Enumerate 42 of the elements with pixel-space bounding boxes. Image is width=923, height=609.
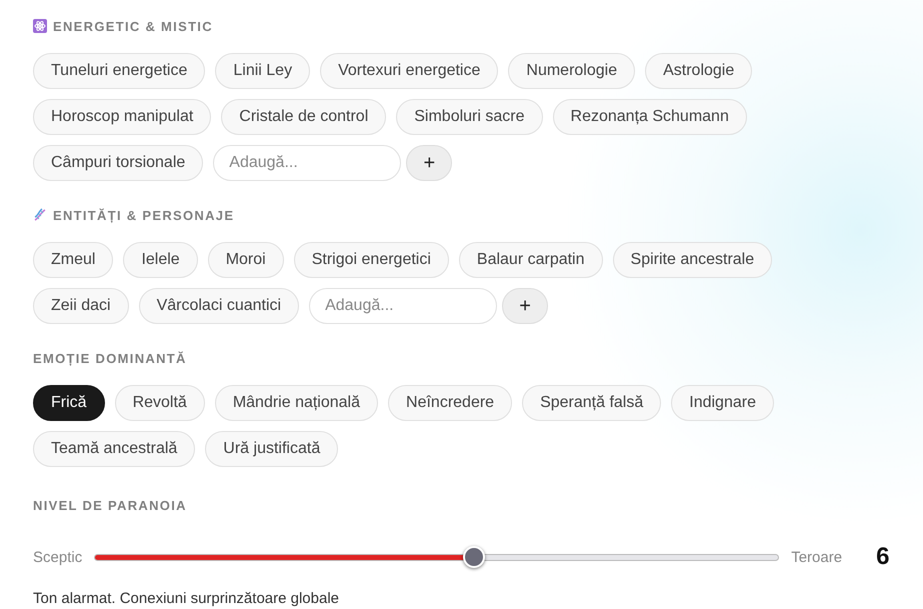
tag-chip[interactable]: Câmpuri torsionale [33,145,204,181]
tag-chip[interactable]: Rezonanța Schumann [552,99,747,135]
tag-chip[interactable]: Ielele [123,242,198,278]
emotion-option[interactable]: Revoltă [114,385,205,421]
emotion-option[interactable]: Frică [33,385,105,421]
section-title: EMOȚIE DOMINANTĂ [33,350,187,366]
min-label: Sceptic [33,548,82,566]
tag-chip[interactable]: Moroi [208,242,284,278]
emotion-option[interactable]: Ură justificată [205,431,338,467]
tag-chip[interactable]: Strigoi energetici [294,242,449,278]
tag-chip[interactable]: Zeii daci [33,288,129,324]
emotion-option[interactable]: Speranță falsă [522,385,662,421]
tag-chip[interactable]: Horoscop manipulat [33,99,212,135]
slider-value: 6 [876,543,890,571]
tag-chip[interactable]: Cristale de control [221,99,386,135]
tag-chip[interactable]: Vortexuri energetice [320,53,498,89]
dna-icon [33,208,47,222]
tag-chip[interactable]: Zmeul [33,242,114,278]
atom-icon [33,19,47,33]
tag-chip[interactable]: Spirite ancestrale [612,242,772,278]
tag-chip[interactable]: Tuneluri energetice [33,53,206,89]
tag-chip[interactable]: Balaur carpatin [458,242,603,278]
emotion-option[interactable]: Mândrie națională [214,385,378,421]
max-label: Teroare [791,548,842,566]
emotion-option[interactable]: Neîncredere [388,385,512,421]
tag-chip[interactable]: Astrologie [645,53,752,89]
tone-description: Ton alarmat. Conexiuni surprinzătoare globale [33,590,340,607]
slider-track[interactable] [94,554,780,560]
add-button[interactable]: + [406,145,452,181]
add-tag-field[interactable]: Adaugă... [309,288,498,324]
tag-chip[interactable]: Numerologie [508,53,636,89]
section-title: NIVEL DE PARANOIA [33,498,187,512]
tag-chip[interactable]: Vârcolaci cuantici [138,288,300,324]
emotion-option[interactable]: Teamă ancestrală [33,431,196,467]
slider-thumb[interactable] [463,546,486,568]
emotion-option[interactable]: Indignare [671,385,774,421]
tag-chip[interactable]: Simboluri sacre [396,99,543,135]
tag-chip[interactable]: Linii Ley [215,53,310,89]
add-button[interactable]: + [502,288,548,324]
section-title: ENTITĂȚI & PERSONAJE [53,208,234,222]
add-tag-field[interactable]: Adaugă... [213,145,402,181]
section-title: ENERGETIC & MISTIC [53,18,213,34]
